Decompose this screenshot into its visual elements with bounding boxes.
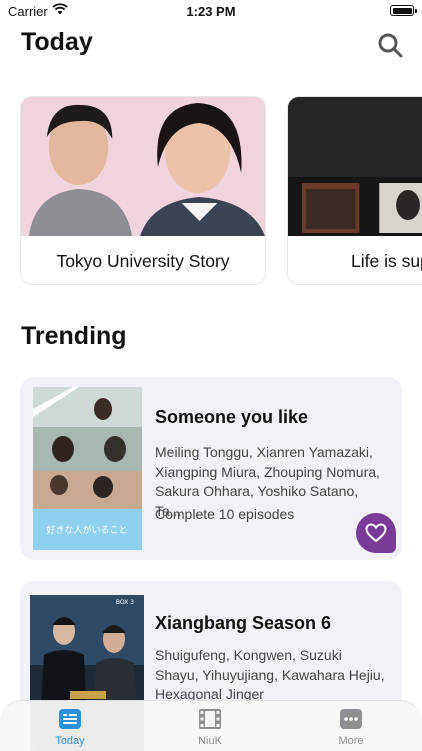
heart-icon (365, 523, 387, 543)
featured-card[interactable]: Life is super good (287, 96, 422, 285)
status-bar: Carrier 1:23 PM (0, 0, 422, 22)
tab-bar: Today NiuK More (0, 700, 422, 751)
tab-niuk[interactable]: NiuK (160, 707, 260, 751)
today-icon (59, 709, 81, 729)
tab-label: More (338, 735, 364, 747)
featured-thumbnail (288, 97, 422, 236)
featured-title: Tokyo University Story (56, 251, 230, 271)
page-title: Today (21, 28, 93, 56)
poster-image: 好きな人がいること (33, 387, 142, 550)
more-icon (340, 709, 362, 729)
trending-title: Xiangbang Season 6 (155, 613, 332, 633)
trending-cast: Shuigufeng, Kongwen, Suzuki Shayu, Yihuy… (155, 647, 385, 702)
favorite-button[interactable] (356, 513, 396, 553)
featured-carousel[interactable]: Tokyo University Story Life is super goo… (20, 96, 422, 286)
tab-label: NiuK (198, 735, 222, 747)
film-icon (199, 709, 221, 729)
trending-episodes: Complete 10 episodes (155, 506, 295, 522)
section-title-trending: Trending (21, 322, 127, 350)
status-time: 1:23 PM (186, 4, 236, 19)
tab-label: Today (55, 735, 85, 747)
tab-more[interactable]: More (301, 707, 401, 751)
featured-card[interactable]: Tokyo University Story (20, 96, 266, 285)
trending-title: Someone you like (155, 407, 309, 427)
battery-icon (390, 5, 417, 16)
trending-item[interactable]: 好きな人がいること Someone you like Meiling Tongg… (20, 377, 402, 560)
tab-today[interactable]: Today (20, 707, 120, 751)
featured-thumbnail (21, 97, 265, 236)
poster-badge: BOX 3 (116, 599, 134, 606)
search-icon[interactable] (376, 31, 404, 59)
poster-caption: 好きな人がいること (46, 524, 127, 536)
featured-title: Life is super good (351, 251, 422, 271)
